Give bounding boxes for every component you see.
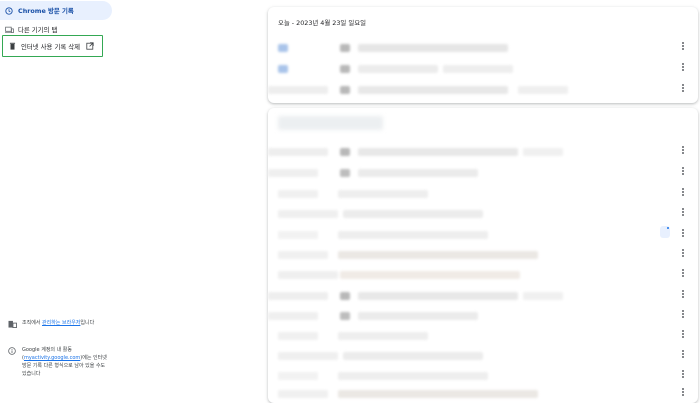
blurred-content: [443, 65, 513, 73]
blurred-content: [340, 169, 350, 177]
blurred-content: [278, 251, 328, 259]
more-actions-icon[interactable]: [682, 146, 685, 155]
blurred-content: [340, 65, 350, 73]
history-row[interactable]: [268, 184, 698, 203]
history-row[interactable]: [268, 384, 698, 403]
more-actions-icon[interactable]: [682, 84, 685, 93]
managed-browser-link[interactable]: 관리하는 브라우저: [42, 320, 80, 326]
blurred-content: [278, 352, 338, 360]
history-date-heading-blurred: [278, 116, 383, 130]
blurred-content: [358, 44, 508, 52]
devices-icon: [0, 26, 18, 34]
blurred-content: [340, 86, 350, 94]
blurred-content: [278, 271, 338, 279]
more-actions-icon[interactable]: [682, 310, 685, 319]
trash-icon: [3, 42, 21, 50]
blurred-content: [338, 390, 538, 398]
history-row[interactable]: [268, 142, 698, 161]
blurred-content: [338, 231, 488, 239]
history-row[interactable]: [268, 346, 698, 365]
myactivity-link[interactable]: myactivity.google.com: [24, 355, 80, 361]
history-row[interactable]: [268, 225, 698, 244]
blurred-content: [343, 352, 483, 360]
more-actions-icon[interactable]: [682, 350, 685, 359]
history-row[interactable]: [268, 286, 698, 305]
managed-notice-suffix: 입니다: [80, 320, 95, 326]
history-row[interactable]: [268, 163, 698, 182]
managed-notice-prefix: 조직에서: [22, 320, 42, 326]
more-actions-icon[interactable]: [682, 188, 685, 197]
more-actions-icon[interactable]: [682, 208, 685, 217]
blurred-content: [278, 372, 318, 380]
blurred-content: [278, 390, 328, 398]
blurred-content: [340, 148, 350, 156]
blurred-content: [278, 44, 288, 52]
more-actions-icon[interactable]: [682, 330, 685, 339]
scroll-indicator[interactable]: [660, 226, 670, 238]
blurred-content: [278, 210, 338, 218]
managed-browser-notice: 조직에서 관리하는 브라우저입니다: [8, 319, 108, 331]
more-actions-icon[interactable]: [682, 229, 685, 238]
blurred-content: [278, 65, 288, 73]
blurred-content: [523, 292, 563, 300]
history-row[interactable]: [268, 38, 698, 57]
history-row[interactable]: [268, 326, 698, 345]
more-actions-icon[interactable]: [682, 42, 685, 51]
blurred-content: [340, 271, 520, 279]
history-row[interactable]: [268, 306, 698, 325]
blurred-content: [358, 148, 518, 156]
history-card-today: 오늘 - 2023년 4월 23일 일요일: [268, 7, 698, 103]
sidebar-item-label: 인터넷 사용 기록 삭제: [21, 42, 81, 51]
blurred-content: [268, 169, 318, 177]
blurred-content: [340, 44, 350, 52]
more-actions-icon[interactable]: [682, 388, 685, 397]
blurred-content: [338, 372, 488, 380]
blurred-content: [340, 292, 350, 300]
blurred-content: [278, 231, 318, 239]
more-actions-icon[interactable]: [682, 290, 685, 299]
more-actions-icon[interactable]: [682, 370, 685, 379]
blurred-content: [268, 86, 328, 94]
blurred-content: [358, 292, 518, 300]
blurred-content: [338, 251, 538, 259]
history-date-heading: 오늘 - 2023년 4월 23일 일요일: [278, 19, 366, 27]
history-row[interactable]: [268, 265, 698, 284]
blurred-content: [523, 148, 563, 156]
history-row[interactable]: [268, 59, 698, 78]
my-activity-notice: Google 계정의 내 활동(myactivity.google.com)에는…: [8, 346, 108, 378]
blurred-content: [268, 148, 328, 156]
building-icon: [8, 319, 22, 331]
blurred-content: [338, 332, 428, 340]
sidebar: Chrome 방문 기록 다른 기기의 탭 인터넷 사용 기록 삭제 조직에서 …: [0, 0, 112, 395]
blurred-content: [338, 190, 428, 198]
history-row[interactable]: [268, 80, 698, 99]
sidebar-item-label: 다른 기기의 탭: [18, 26, 58, 34]
blurred-content: [358, 86, 508, 94]
blurred-content: [268, 312, 318, 320]
history-card-blurred: [268, 108, 698, 403]
history-icon: [0, 6, 18, 15]
info-icon: [8, 346, 22, 378]
blurred-content: [278, 332, 318, 340]
more-actions-icon[interactable]: [682, 269, 685, 278]
sidebar-item-clear-browsing-data[interactable]: 인터넷 사용 기록 삭제: [2, 35, 103, 57]
blurred-content: [343, 210, 483, 218]
blurred-content: [518, 86, 568, 94]
more-actions-icon[interactable]: [682, 167, 685, 176]
more-actions-icon[interactable]: [682, 249, 685, 258]
blurred-content: [358, 312, 478, 320]
history-row[interactable]: [268, 245, 698, 264]
sidebar-item-label: Chrome 방문 기록: [18, 7, 74, 15]
history-row[interactable]: [268, 366, 698, 385]
blurred-content: [278, 190, 318, 198]
open-in-new-icon: [86, 42, 94, 50]
blurred-content: [268, 292, 328, 300]
blurred-content: [340, 312, 350, 320]
more-actions-icon[interactable]: [682, 63, 685, 72]
blurred-content: [358, 65, 438, 73]
history-row[interactable]: [268, 204, 698, 223]
sidebar-item-chrome-history[interactable]: Chrome 방문 기록: [0, 1, 112, 20]
blurred-content: [358, 169, 478, 177]
